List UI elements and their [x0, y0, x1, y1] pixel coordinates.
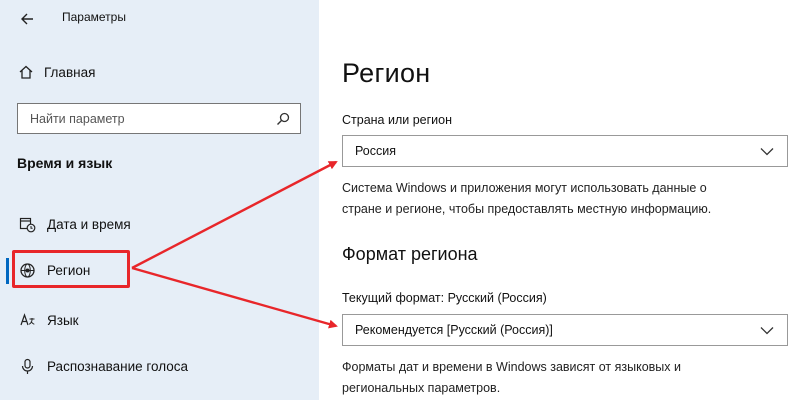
home-icon [19, 65, 33, 79]
window-title: Параметры [62, 10, 126, 24]
search-box[interactable] [17, 103, 301, 134]
main-panel: Регион Страна или регион Россия Система … [319, 0, 800, 400]
format-dropdown[interactable]: Рекомендуется [Русский (Россия)] [342, 314, 788, 346]
country-description-line: Система Windows и приложения могут испол… [342, 181, 707, 195]
search-input[interactable] [18, 110, 272, 127]
microphone-icon [17, 356, 37, 376]
sidebar: Параметры Главная Время и язык Дата и вр… [0, 0, 319, 400]
sidebar-item-label: Дата и время [47, 216, 131, 232]
chevron-down-icon [759, 322, 775, 338]
current-format-label: Текущий формат: Русский (Россия) [342, 291, 547, 305]
selection-indicator [6, 258, 9, 284]
format-description-line: региональных параметров. [342, 381, 501, 395]
home-nav-item[interactable]: Главная [18, 64, 95, 80]
page-title: Регион [342, 58, 431, 88]
back-arrow-icon [21, 13, 33, 25]
back-button[interactable] [14, 8, 40, 30]
country-value: Россия [355, 144, 396, 158]
sidebar-item-speech[interactable]: Распознавание голоса [17, 354, 188, 378]
annotation-highlight-box [12, 250, 130, 288]
format-description: Форматы дат и времени в Windows зависят … [342, 357, 782, 399]
format-value: Рекомендуется [Русский (Россия)] [355, 323, 553, 337]
calendar-clock-icon [17, 214, 37, 234]
chevron-down-icon [759, 143, 775, 159]
country-label: Страна или регион [342, 113, 453, 127]
sidebar-item-label: Язык [47, 312, 79, 328]
section-title: Время и язык [17, 155, 113, 171]
format-description-line: Форматы дат и времени в Windows зависят … [342, 360, 682, 374]
language-icon [17, 310, 37, 330]
home-label: Главная [44, 64, 96, 80]
country-description-line: стране и регионе, чтобы предоставлять ме… [342, 202, 712, 216]
country-dropdown[interactable]: Россия [342, 135, 788, 167]
sidebar-item-label: Распознавание голоса [47, 358, 189, 374]
format-section-title: Формат региона [342, 244, 478, 264]
search-icon[interactable] [272, 108, 294, 130]
sidebar-item-date-time[interactable]: Дата и время [17, 212, 131, 236]
country-description: Система Windows и приложения могут испол… [342, 178, 782, 220]
sidebar-item-language[interactable]: Язык [17, 308, 79, 332]
